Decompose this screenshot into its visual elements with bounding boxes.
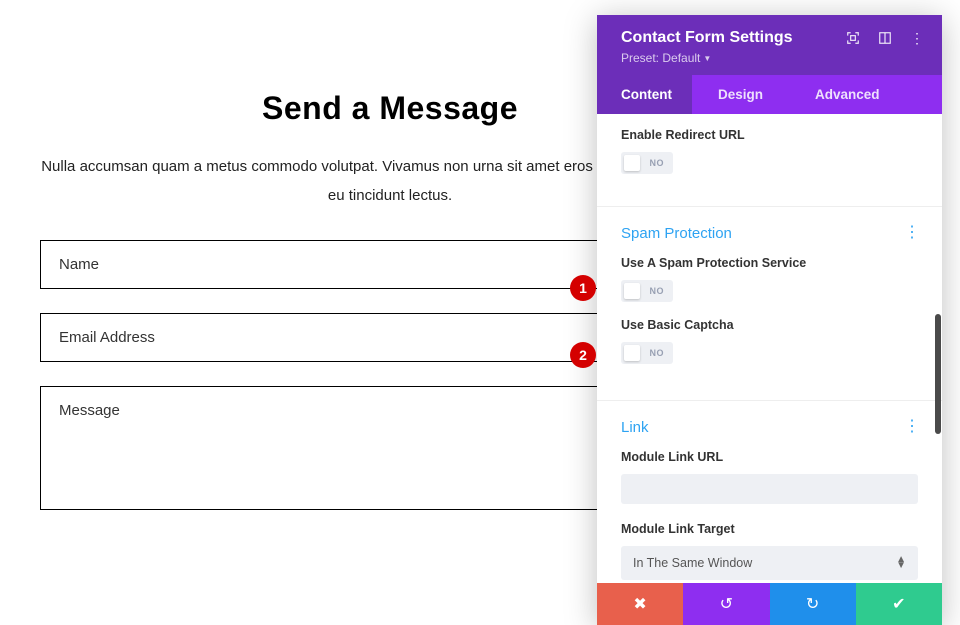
scrollbar-thumb[interactable] [935, 314, 941, 434]
expand-icon[interactable] [846, 31, 860, 45]
save-button[interactable]: ✔ [856, 583, 942, 625]
cancel-button[interactable]: ✖ [597, 583, 683, 625]
panel-body: Enable Redirect URL NO Spam Protection ⋮… [597, 114, 942, 583]
tab-design[interactable]: Design [692, 75, 789, 114]
spam-protection-section: Spam Protection ⋮ Use A Spam Protection … [597, 206, 942, 390]
settings-panel: Contact Form Settings Preset: Default▼ ⋮… [597, 15, 942, 625]
module-link-url-input[interactable] [621, 474, 918, 504]
annotation-badge-1: 1 [570, 275, 596, 301]
more-icon[interactable]: ⋮ [910, 31, 924, 45]
close-icon: ✖ [633, 594, 646, 614]
redirect-section: Enable Redirect URL NO [597, 114, 942, 196]
panel-header: Contact Form Settings Preset: Default▼ ⋮ [597, 15, 942, 75]
spam-section-title: Spam Protection [621, 225, 918, 242]
module-link-target-label: Module Link Target [621, 522, 918, 536]
spam-service-toggle[interactable]: NO [621, 280, 673, 302]
annotation-badge-2: 2 [570, 342, 596, 368]
link-section-title: Link [621, 419, 918, 436]
enable-redirect-toggle[interactable]: NO [621, 152, 673, 174]
preset-selector[interactable]: Preset: Default▼ [621, 51, 793, 65]
redo-icon: ↻ [806, 594, 819, 614]
undo-icon: ↺ [720, 594, 733, 614]
panel-footer: ✖ ↺ ↻ ✔ [597, 583, 942, 625]
tab-content[interactable]: Content [597, 75, 692, 114]
panel-tabs: Content Design Advanced [597, 75, 942, 114]
select-value: In The Same Window [633, 556, 752, 570]
module-link-target-select[interactable]: In The Same Window ▲▼ [621, 546, 918, 580]
preset-label: Preset: Default [621, 51, 700, 65]
select-arrows-icon: ▲▼ [896, 557, 906, 569]
undo-button[interactable]: ↺ [683, 583, 769, 625]
module-link-url-label: Module Link URL [621, 450, 918, 464]
columns-icon[interactable] [878, 31, 892, 45]
section-more-icon[interactable]: ⋮ [904, 225, 920, 241]
basic-captcha-toggle[interactable]: NO [621, 342, 673, 364]
section-more-icon[interactable]: ⋮ [904, 419, 920, 435]
link-section: Link ⋮ Module Link URL Module Link Targe… [597, 400, 942, 583]
chevron-down-icon: ▼ [703, 54, 711, 63]
basic-captcha-label: Use Basic Captcha [621, 318, 918, 332]
toggle-value: NO [650, 348, 665, 358]
redo-button[interactable]: ↻ [770, 583, 856, 625]
spam-service-label: Use A Spam Protection Service [621, 256, 918, 270]
toggle-value: NO [650, 286, 665, 296]
check-icon: ✔ [892, 594, 905, 614]
panel-title: Contact Form Settings [621, 29, 793, 47]
enable-redirect-label: Enable Redirect URL [621, 128, 918, 142]
tab-advanced[interactable]: Advanced [789, 75, 900, 114]
toggle-value: NO [650, 158, 665, 168]
